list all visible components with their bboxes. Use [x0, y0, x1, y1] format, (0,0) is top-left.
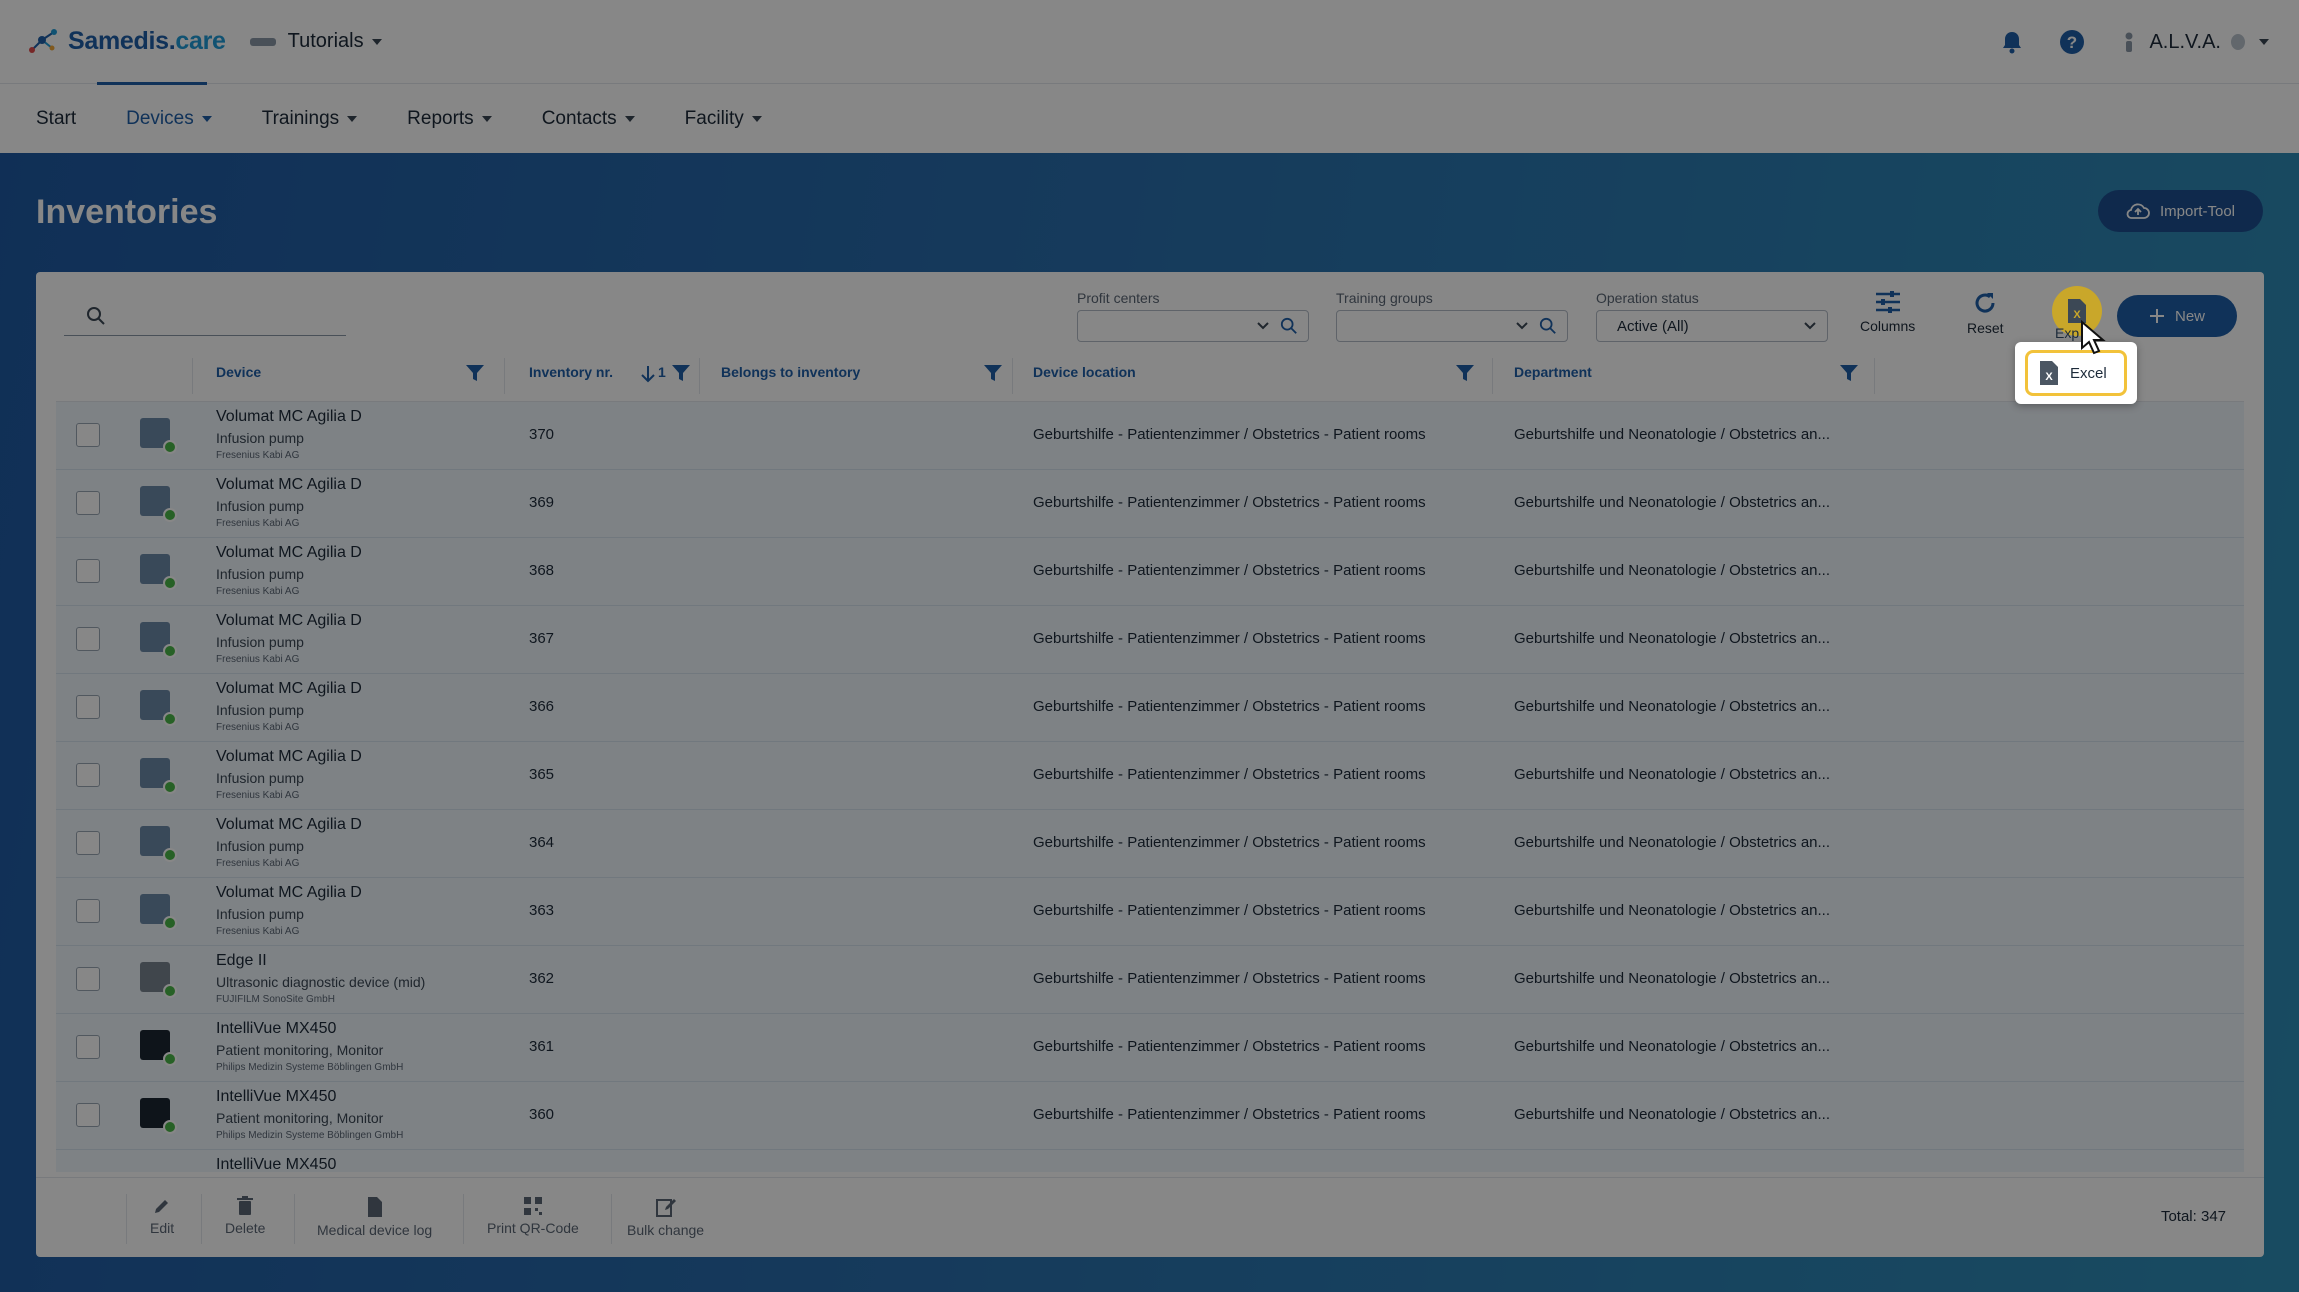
export-menu: X Excel	[2015, 342, 2137, 404]
svg-text:X: X	[2045, 371, 2053, 383]
export-excel-option[interactable]: X Excel	[2025, 350, 2127, 396]
mouse-cursor-icon	[2081, 320, 2106, 355]
excel-label: Excel	[2070, 364, 2107, 382]
modal-backdrop[interactable]	[0, 0, 2299, 1292]
export-label: Exp	[2055, 325, 2080, 341]
excel-file-icon: X	[2040, 361, 2058, 385]
